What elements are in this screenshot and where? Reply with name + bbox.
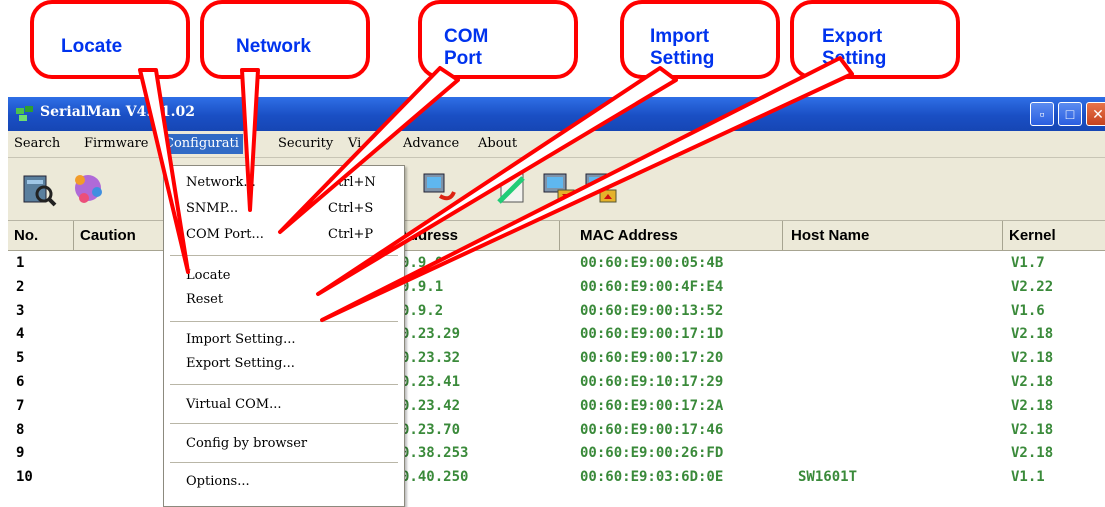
cell-ip-address: 0.40.250 xyxy=(401,469,469,486)
cell-ip-address: 0.23.32 xyxy=(401,350,461,367)
col-header-ip-address[interactable]: Address xyxy=(398,221,560,251)
callout-network-text: Network xyxy=(236,36,311,57)
col-header-kernel[interactable]: Kernel xyxy=(1003,221,1105,251)
callout-import-setting: Import Setting xyxy=(620,0,780,79)
cell-ip-address: 0.9.1 xyxy=(401,278,444,295)
menu-item-virtual-com[interactable]: Virtual COM... xyxy=(186,397,281,412)
cell-ip-address: 0.23.70 xyxy=(401,421,461,438)
menu-separator xyxy=(170,321,398,322)
menu-item-export-setting[interactable]: Export Setting... xyxy=(186,356,295,371)
import-setting-icon[interactable] xyxy=(538,168,578,208)
maximize-icon: □ xyxy=(1065,106,1075,122)
menu-item-reset[interactable]: Reset xyxy=(186,292,223,307)
callout-export-setting: Export Setting xyxy=(790,0,960,79)
menu-separator xyxy=(170,423,398,424)
cell-mac-address: 00:60:E9:00:17:1D xyxy=(580,326,724,343)
shortcut-network: Ctrl+N xyxy=(328,175,376,190)
menu-advance[interactable]: Advance xyxy=(403,136,459,151)
shortcut-com-port: Ctrl+P xyxy=(328,227,374,242)
cell-no: 10 xyxy=(16,469,33,486)
serialmanager-app-icon xyxy=(16,106,33,121)
cell-kernel: V2.18 xyxy=(1011,397,1054,414)
menu-separator xyxy=(170,384,398,385)
title-bar[interactable]: SerialMan V4.01.02 ▫ □ ✕ xyxy=(8,97,1105,131)
cell-kernel: V1.7 xyxy=(1011,255,1045,271)
locate-server-icon[interactable] xyxy=(18,168,58,208)
cell-kernel: V2.18 xyxy=(1011,421,1054,438)
export-setting-icon[interactable] xyxy=(580,168,620,208)
cell-ip-address: 0.9.0 xyxy=(401,255,444,271)
callout-com-port: COM Port xyxy=(418,0,578,79)
cell-kernel: V2.18 xyxy=(1011,350,1054,367)
col-header-host-name[interactable]: Host Name xyxy=(783,221,1003,251)
menu-item-network[interactable]: Network... xyxy=(186,175,256,190)
menu-security[interactable]: Security xyxy=(278,136,333,151)
menu-item-options[interactable]: Options... xyxy=(186,474,250,489)
menu-item-import-setting[interactable]: Import Setting... xyxy=(186,332,295,347)
cell-kernel: V2.18 xyxy=(1011,326,1054,343)
menu-search[interactable]: Search xyxy=(14,136,60,151)
callout-com-port-text: COM Port xyxy=(444,26,489,69)
cell-mac-address: 00:60:E9:00:05:4B xyxy=(580,255,724,271)
cell-ip-address: 0.23.42 xyxy=(401,397,461,414)
col-header-no[interactable]: No. xyxy=(8,221,74,251)
edit-config-icon[interactable] xyxy=(493,168,533,208)
callout-locate: Locate xyxy=(30,0,190,79)
window-title: SerialMan V4.01.02 xyxy=(40,104,196,120)
cell-no: 9 xyxy=(16,445,25,462)
cell-ip-address: 0.23.41 xyxy=(401,374,461,390)
cell-no: 6 xyxy=(16,374,25,390)
cell-mac-address: 00:60:E9:00:17:2A xyxy=(580,397,724,414)
close-icon: ✕ xyxy=(1092,106,1104,122)
cell-no: 4 xyxy=(16,326,25,343)
cell-mac-address: 00:60:E9:00:17:20 xyxy=(580,350,724,367)
cell-no: 1 xyxy=(16,255,25,271)
callout-locate-text: Locate xyxy=(61,36,123,57)
cell-mac-address: 00:60:E9:00:13:52 xyxy=(580,302,724,319)
callout-export-setting-text: Export Setting xyxy=(822,26,887,69)
network-globe-icon[interactable] xyxy=(68,168,108,208)
menu-separator xyxy=(170,462,398,463)
menu-about[interactable]: About xyxy=(478,136,517,151)
shortcut-snmp: Ctrl+S xyxy=(328,201,374,216)
cell-no: 7 xyxy=(16,397,25,414)
minimize-icon: ▫ xyxy=(1039,106,1045,122)
menu-bar: Search Firmware Configurati Security Vi … xyxy=(8,131,1105,158)
col-header-mac-address[interactable]: MAC Address xyxy=(560,221,783,251)
close-button[interactable]: ✕ xyxy=(1086,102,1105,126)
cell-mac-address: 00:60:E9:03:6D:0E xyxy=(580,469,724,486)
callout-import-setting-text: Import Setting xyxy=(650,26,715,69)
configuration-dropdown-menu: Network... Ctrl+N SNMP... Ctrl+S COM Por… xyxy=(163,165,405,507)
cell-ip-address: 0.38.253 xyxy=(401,445,469,462)
menu-configuration[interactable]: Configurati xyxy=(160,134,243,154)
cell-no: 5 xyxy=(16,350,25,367)
cell-no: 8 xyxy=(16,421,25,438)
cell-kernel: V1.6 xyxy=(1011,302,1045,319)
menu-item-com-port[interactable]: COM Port... xyxy=(186,227,264,242)
cell-no: 3 xyxy=(16,302,25,319)
menu-item-snmp[interactable]: SNMP... xyxy=(186,201,238,216)
cell-mac-address: 00:60:E9:00:17:46 xyxy=(580,421,724,438)
cell-ip-address: 0.23.29 xyxy=(401,326,461,343)
menu-item-locate[interactable]: Locate xyxy=(186,268,230,283)
cell-mac-address: 00:60:E9:00:26:FD xyxy=(580,445,724,462)
callout-network: Network xyxy=(200,0,370,79)
cell-ip-address: 0.9.2 xyxy=(401,302,444,319)
refresh-pc-icon[interactable] xyxy=(418,168,458,208)
maximize-button[interactable]: □ xyxy=(1058,102,1082,126)
menu-view[interactable]: Vi xyxy=(348,136,361,151)
cell-no: 2 xyxy=(16,278,25,295)
cell-kernel: V2.22 xyxy=(1011,278,1054,295)
menu-firmware[interactable]: Firmware xyxy=(84,136,149,151)
minimize-button[interactable]: ▫ xyxy=(1030,102,1054,126)
cell-mac-address: 00:60:E9:00:4F:E4 xyxy=(580,278,724,295)
cell-kernel: V2.18 xyxy=(1011,374,1054,390)
cell-kernel: V2.18 xyxy=(1011,445,1054,462)
cell-host-name: SW1601T xyxy=(798,469,858,486)
col-header-caution[interactable]: Caution xyxy=(74,221,164,251)
menu-separator xyxy=(170,255,398,256)
cell-kernel: V1.1 xyxy=(1011,469,1045,486)
menu-item-config-by-browser[interactable]: Config by browser xyxy=(186,436,307,451)
cell-mac-address: 00:60:E9:10:17:29 xyxy=(580,374,724,390)
